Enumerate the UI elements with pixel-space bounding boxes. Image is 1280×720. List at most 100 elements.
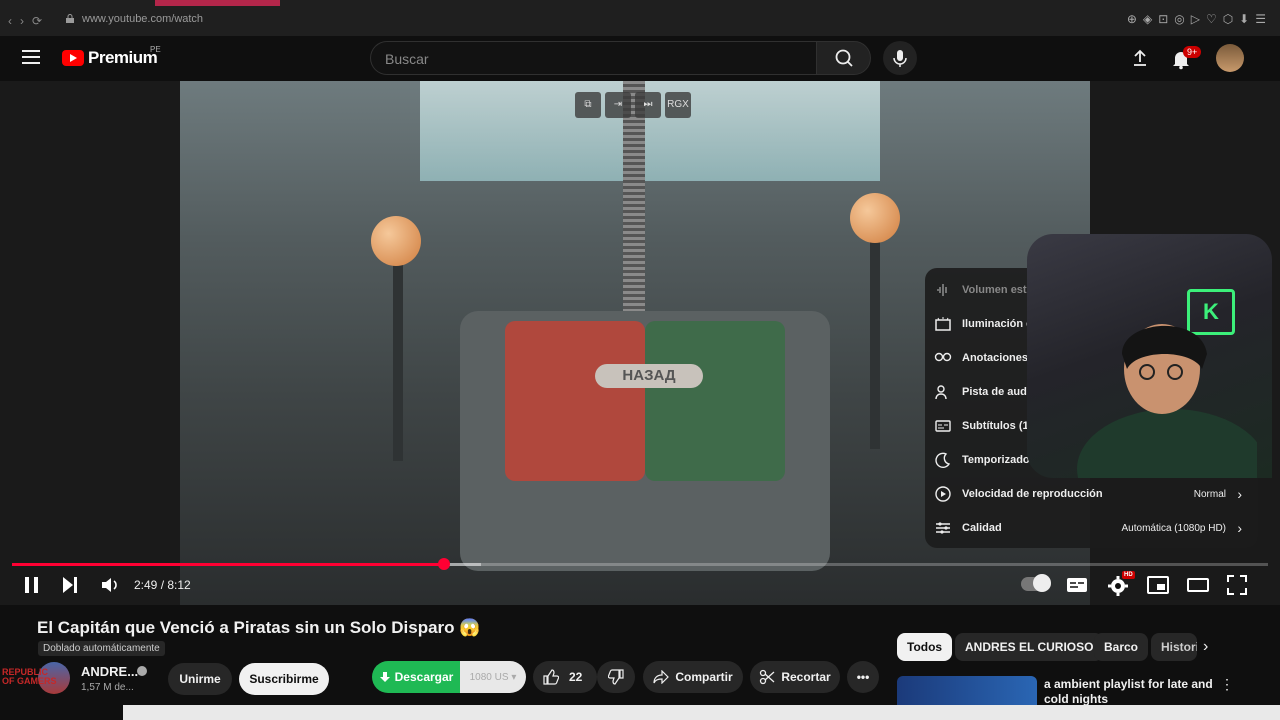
webcam-overlay: K (1027, 234, 1272, 478)
volume-icon[interactable] (100, 575, 120, 595)
settings-item-label: Calidad (962, 522, 1002, 534)
logo-region-code: PE (150, 45, 161, 54)
subtitles-icon (935, 420, 951, 432)
download-quality-value: 1080 US (469, 671, 509, 683)
frame-lever-left (393, 261, 403, 461)
search-input[interactable] (383, 42, 807, 76)
hamburger-menu-icon[interactable] (22, 48, 42, 66)
bottom-page-strip (123, 705, 1280, 720)
chip-historia[interactable]: Historia (1151, 633, 1197, 661)
chevron-right-icon: › (1237, 486, 1242, 502)
thumbs-down-icon (608, 669, 624, 685)
notifications-badge: 9+ (1183, 46, 1202, 58)
recommendation-title[interactable]: a ambient playlist for late and cold nig… (1044, 677, 1214, 705)
theater-mode-icon[interactable] (1187, 578, 1209, 592)
next-video-icon[interactable] (60, 576, 80, 594)
chip-barco[interactable]: Barco (1094, 633, 1149, 661)
download-button[interactable]: Descargar (372, 661, 460, 693)
scissors-icon (760, 669, 775, 685)
browser-extension-icons[interactable]: ⊕◈⊡◎▷♡⬡⬇☰ (1127, 12, 1272, 26)
rog-stream-logo: REPUBLIC OF GAMERS (2, 667, 57, 686)
like-count: 22 (569, 670, 583, 684)
subtitles-cc-icon[interactable] (1066, 576, 1088, 594)
volume-stable-icon (937, 284, 947, 296)
extension-skip-button[interactable]: ⇥ (605, 92, 631, 118)
frame-green-panel (645, 321, 785, 481)
address-bar[interactable]: www.youtube.com/watch (82, 13, 203, 25)
download-arrow-icon (379, 672, 390, 682)
settings-item-label: Pista de audio (962, 386, 1037, 398)
subscriber-count: 1,57 M de... (81, 682, 134, 693)
youtube-play-icon (62, 50, 84, 66)
subscribe-button[interactable]: Suscribirme (239, 663, 329, 695)
frame-console-label: НАЗАД (595, 364, 703, 388)
audio-track-icon (935, 385, 947, 400)
frame-lever-right (870, 239, 880, 449)
clip-button[interactable]: Recortar (750, 661, 840, 693)
miniplayer-icon[interactable] (1147, 576, 1169, 594)
sleep-timer-icon (935, 452, 951, 469)
extension-rgx-button[interactable]: RGX (665, 92, 691, 118)
more-dots-icon: ••• (856, 670, 870, 684)
settings-item-value: Automática (1080p HD) (1121, 522, 1227, 534)
settings-item-label: Velocidad de reproducción (962, 488, 1103, 500)
join-button[interactable]: Unirme (168, 663, 232, 695)
quality-icon (936, 522, 950, 534)
more-actions-button[interactable]: ••• (847, 661, 879, 693)
recommendation-thumbnail[interactable] (897, 676, 1037, 706)
clip-label: Recortar (781, 670, 831, 684)
youtube-premium-logo[interactable]: Premium (62, 47, 158, 69)
frame-knob-left (371, 216, 421, 266)
voice-search-button[interactable] (883, 41, 917, 75)
video-title: El Capitán que Venció a Piratas sin un S… (37, 618, 481, 637)
upload-icon[interactable] (1130, 48, 1150, 68)
account-avatar[interactable] (1216, 44, 1244, 72)
webcam-streamer (1077, 324, 1257, 478)
annotations-icon (934, 352, 952, 362)
share-label: Compartir (675, 670, 733, 684)
download-quality-select[interactable]: 1080 US ▾ (460, 661, 526, 693)
chevron-right-icon[interactable]: › (1203, 638, 1208, 656)
microphone-icon (893, 50, 907, 67)
extension-next-button[interactable]: ⏭ (635, 92, 661, 118)
pause-icon[interactable] (22, 576, 42, 594)
download-widget: Descargar 1080 US ▾ (372, 661, 526, 693)
chevron-right-icon: › (1237, 520, 1242, 536)
settings-item-quality[interactable]: Calidad Automática (1080p HD) › (925, 511, 1258, 545)
frame-red-panel (505, 321, 645, 481)
autoplay-play-icon (1033, 574, 1051, 592)
chip-channel[interactable]: ANDRES EL CURIOSO (955, 633, 1104, 661)
browser-active-tab[interactable] (155, 0, 280, 6)
ambient-mode-icon (935, 317, 951, 331)
search-button[interactable] (816, 41, 871, 75)
download-label: Descargar (394, 670, 454, 684)
progress-scrubber-handle[interactable] (438, 558, 450, 570)
hd-badge: HD (1122, 571, 1135, 579)
settings-item-label: Volumen esta (962, 284, 1033, 296)
browser-nav-buttons[interactable]: ‹›⟳ (8, 14, 50, 28)
dislike-button[interactable] (597, 661, 635, 693)
settings-item-label: Anotaciones (962, 352, 1029, 364)
frame-knob-right (850, 193, 900, 243)
settings-item-label: Iluminación cl (962, 318, 1036, 330)
more-vertical-icon[interactable]: ⋮ (1220, 676, 1234, 693)
settings-item-label: Subtítulos (1) (962, 420, 1033, 432)
verified-check-icon (137, 666, 147, 676)
playback-speed-icon (935, 486, 951, 502)
settings-item-value: Normal (1193, 488, 1226, 500)
settings-item-playback-speed[interactable]: Velocidad de reproducción Normal › (925, 477, 1258, 511)
progress-played (12, 563, 444, 566)
share-arrow-icon (653, 670, 670, 684)
thumbs-up-icon (543, 669, 559, 685)
extension-popout-button[interactable]: ⧉ (575, 92, 601, 118)
search-box[interactable] (370, 41, 816, 76)
lock-icon (66, 14, 74, 23)
logo-text: Premium (88, 48, 158, 67)
search-icon (835, 49, 853, 67)
auto-dub-label: Doblado automáticamente (38, 641, 165, 656)
like-button[interactable]: 22 (533, 661, 597, 693)
share-button[interactable]: Compartir (643, 661, 743, 693)
fullscreen-icon[interactable] (1227, 575, 1247, 595)
channel-name[interactable]: ANDRE... (81, 664, 138, 679)
chip-all[interactable]: Todos (897, 633, 953, 661)
